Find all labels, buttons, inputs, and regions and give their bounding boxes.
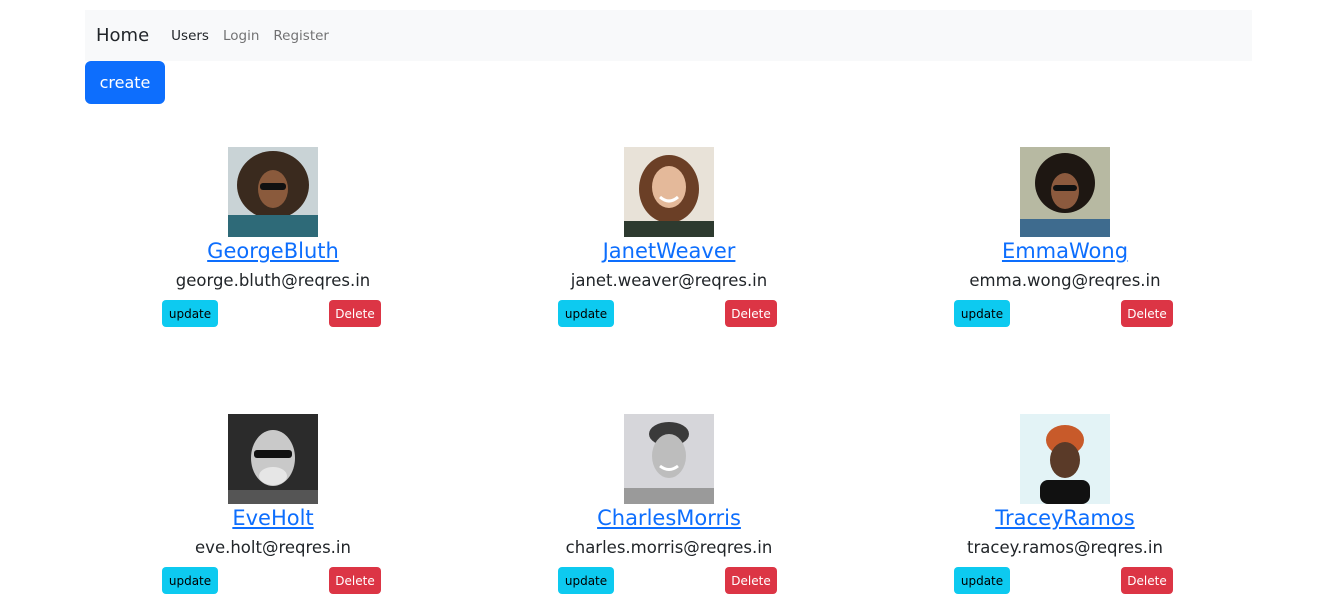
user-email: eve.holt@reqres.in (195, 538, 351, 557)
navbar: Home Users Login Register (85, 10, 1252, 61)
update-button[interactable]: update (954, 567, 1010, 594)
update-button[interactable]: update (558, 567, 614, 594)
delete-button[interactable]: Delete (329, 567, 381, 594)
delete-button[interactable]: Delete (1121, 300, 1173, 327)
delete-button[interactable]: Delete (1121, 567, 1173, 594)
delete-button[interactable]: Delete (329, 300, 381, 327)
user-email: george.bluth@reqres.in (175, 271, 371, 290)
user-avatar (1020, 414, 1110, 504)
nav-link-users[interactable]: Users (171, 28, 209, 44)
nav-link-login[interactable]: Login (223, 28, 259, 44)
delete-button[interactable]: Delete (725, 300, 777, 327)
user-email: tracey.ramos@reqres.in (967, 538, 1163, 557)
user-email: janet.weaver@reqres.in (570, 271, 768, 290)
user-avatar (624, 414, 714, 504)
create-button[interactable]: create (85, 61, 165, 104)
nav-link-register[interactable]: Register (273, 28, 329, 44)
user-name-link[interactable]: EveHolt (162, 504, 384, 532)
nav-brand-home[interactable]: Home (96, 25, 149, 46)
user-avatar (624, 147, 714, 237)
user-name-link[interactable]: CharlesMorris (558, 504, 780, 532)
user-avatar (1020, 147, 1110, 237)
user-name-link[interactable]: EmmaWong (954, 237, 1176, 265)
user-email: charles.morris@reqres.in (565, 538, 773, 557)
update-button[interactable]: update (954, 300, 1010, 327)
delete-button[interactable]: Delete (725, 567, 777, 594)
user-name-link[interactable]: GeorgeBluth (162, 237, 384, 265)
update-button[interactable]: update (558, 300, 614, 327)
user-name-link[interactable]: TraceyRamos (954, 504, 1176, 532)
user-name-link[interactable]: JanetWeaver (558, 237, 780, 265)
update-button[interactable]: update (162, 567, 218, 594)
update-button[interactable]: update (162, 300, 218, 327)
user-email: emma.wong@reqres.in (969, 271, 1161, 290)
user-avatar (228, 414, 318, 504)
user-avatar (228, 147, 318, 237)
